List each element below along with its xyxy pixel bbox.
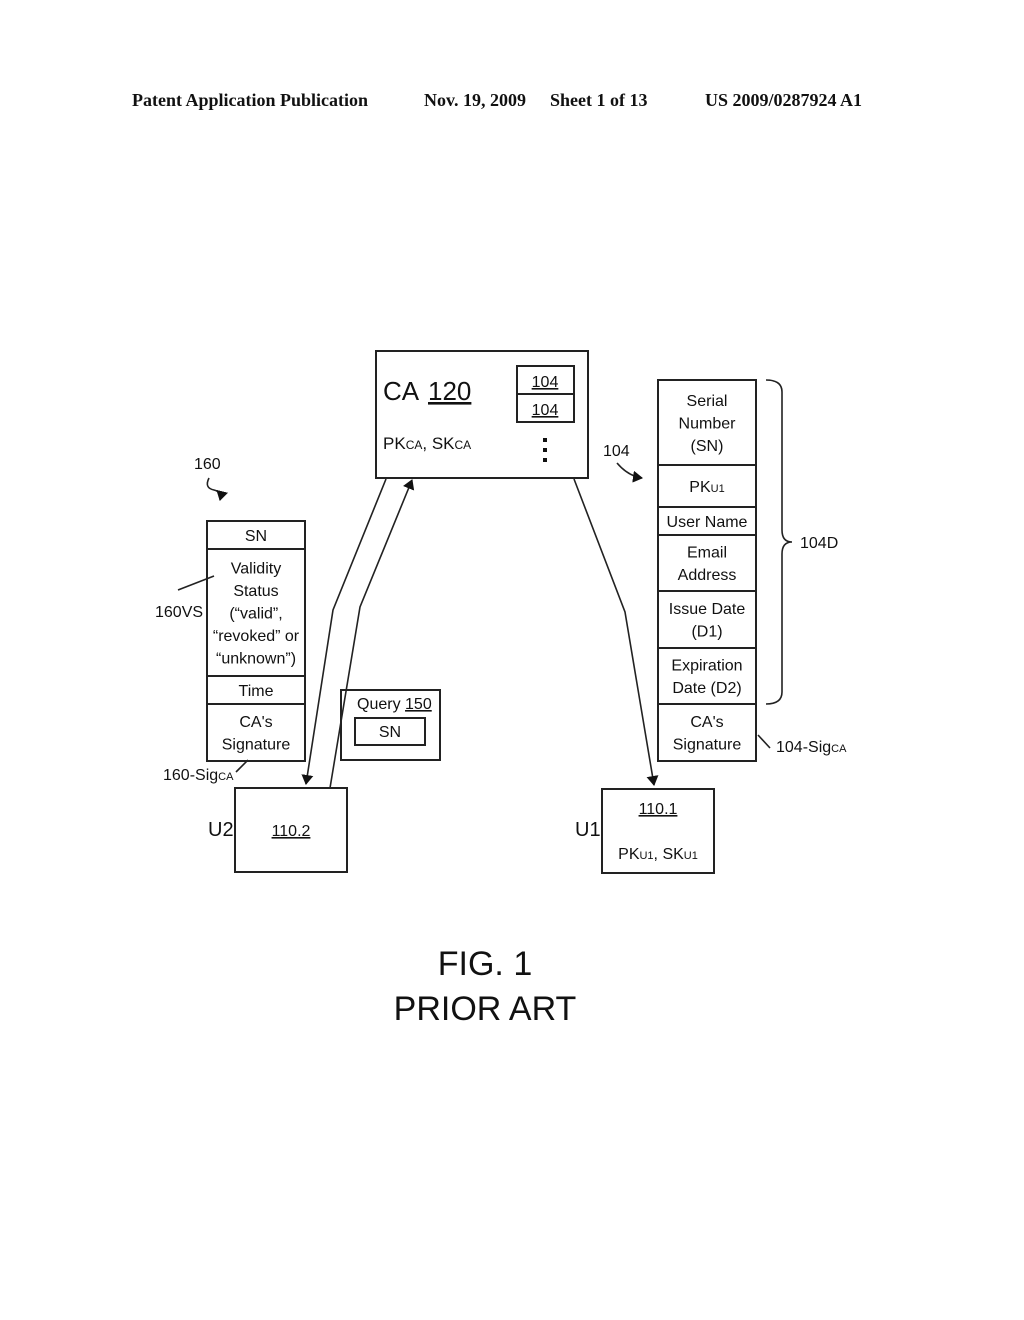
ellipsis-icon [543, 438, 547, 462]
certificate-field-text: CA's [690, 714, 723, 731]
status-field-text: SN [245, 528, 267, 545]
status-field-text: “revoked” or [213, 628, 300, 645]
status-field-text: Status [233, 583, 278, 600]
status-field-text: CA's [239, 714, 272, 731]
status-field-text: Validity [231, 560, 281, 577]
status-vs-ref: 160VS [155, 604, 203, 621]
certificate-field-text: (SN) [691, 438, 724, 455]
figure-1-diagram: CA 120 PKCA, SKCA 104 104 104 Serial Numb… [155, 350, 847, 1028]
status-field-text: (“valid”, [229, 605, 282, 622]
status-field-text: Time [239, 683, 274, 700]
user1-ref: 110.1 [639, 801, 678, 818]
user2-box: 110.2 [234, 787, 348, 873]
user1-label: U1 [575, 819, 601, 841]
status-pointer-arrow-icon [206, 477, 229, 501]
certificate-ref: 104 [603, 443, 630, 460]
certificate-field-text: Number [679, 415, 737, 432]
figure-subtitle: PRIOR ART [394, 990, 577, 1028]
query-label: Query 150 [357, 696, 432, 713]
certificate-field-text: Address [678, 567, 737, 584]
certificate-field-text: Email [687, 545, 727, 562]
ca-box: CA 120 PKCA, SKCA 104 104 [375, 350, 589, 479]
certificate-sig-ref: 104-SigCA [776, 739, 847, 756]
status-field-text: Signature [222, 737, 291, 754]
ca-cert-stack-item: 104 [532, 374, 559, 391]
certificate-issue-arrow [573, 478, 659, 786]
user1-box: 110.1 PKU1, SKU1 [601, 788, 715, 874]
ca-ref: 120 [428, 376, 471, 406]
certificate-field-text: User Name [667, 514, 748, 531]
user2-label: U2 [208, 819, 234, 841]
status-field-text: “unknown”) [216, 650, 296, 667]
certificate-field-text: Date (D2) [672, 680, 741, 697]
certificate-pointer-arrow-icon [616, 462, 643, 483]
ca-label: CA [383, 376, 420, 406]
certificate-field-text: Signature [673, 737, 742, 754]
query-field: SN [379, 724, 401, 741]
certificate-field-text: Serial [687, 393, 728, 410]
figure-caption: FIG. 1 [438, 945, 532, 983]
brace-icon [765, 379, 793, 705]
leader-line [757, 734, 771, 749]
status-ref: 160 [194, 456, 221, 473]
user2-ref: 110.2 [272, 823, 311, 840]
certificate-table: SerialNumber(SN)PKU1User NameEmailAddres… [657, 379, 757, 762]
certificate-field-text: Expiration [671, 658, 742, 675]
certificate-data-ref: 104D [800, 535, 838, 552]
ca-cert-stack-item: 104 [532, 402, 559, 419]
query-box: Query 150 SN [340, 689, 441, 761]
certificate-field-text: Issue Date [669, 601, 746, 618]
certificate-field-text: (D1) [691, 624, 722, 641]
status-sig-ref: 160-SigCA [163, 767, 234, 784]
status-table: SN Validity Status (“valid”, “revoked” or “un… [206, 520, 306, 762]
